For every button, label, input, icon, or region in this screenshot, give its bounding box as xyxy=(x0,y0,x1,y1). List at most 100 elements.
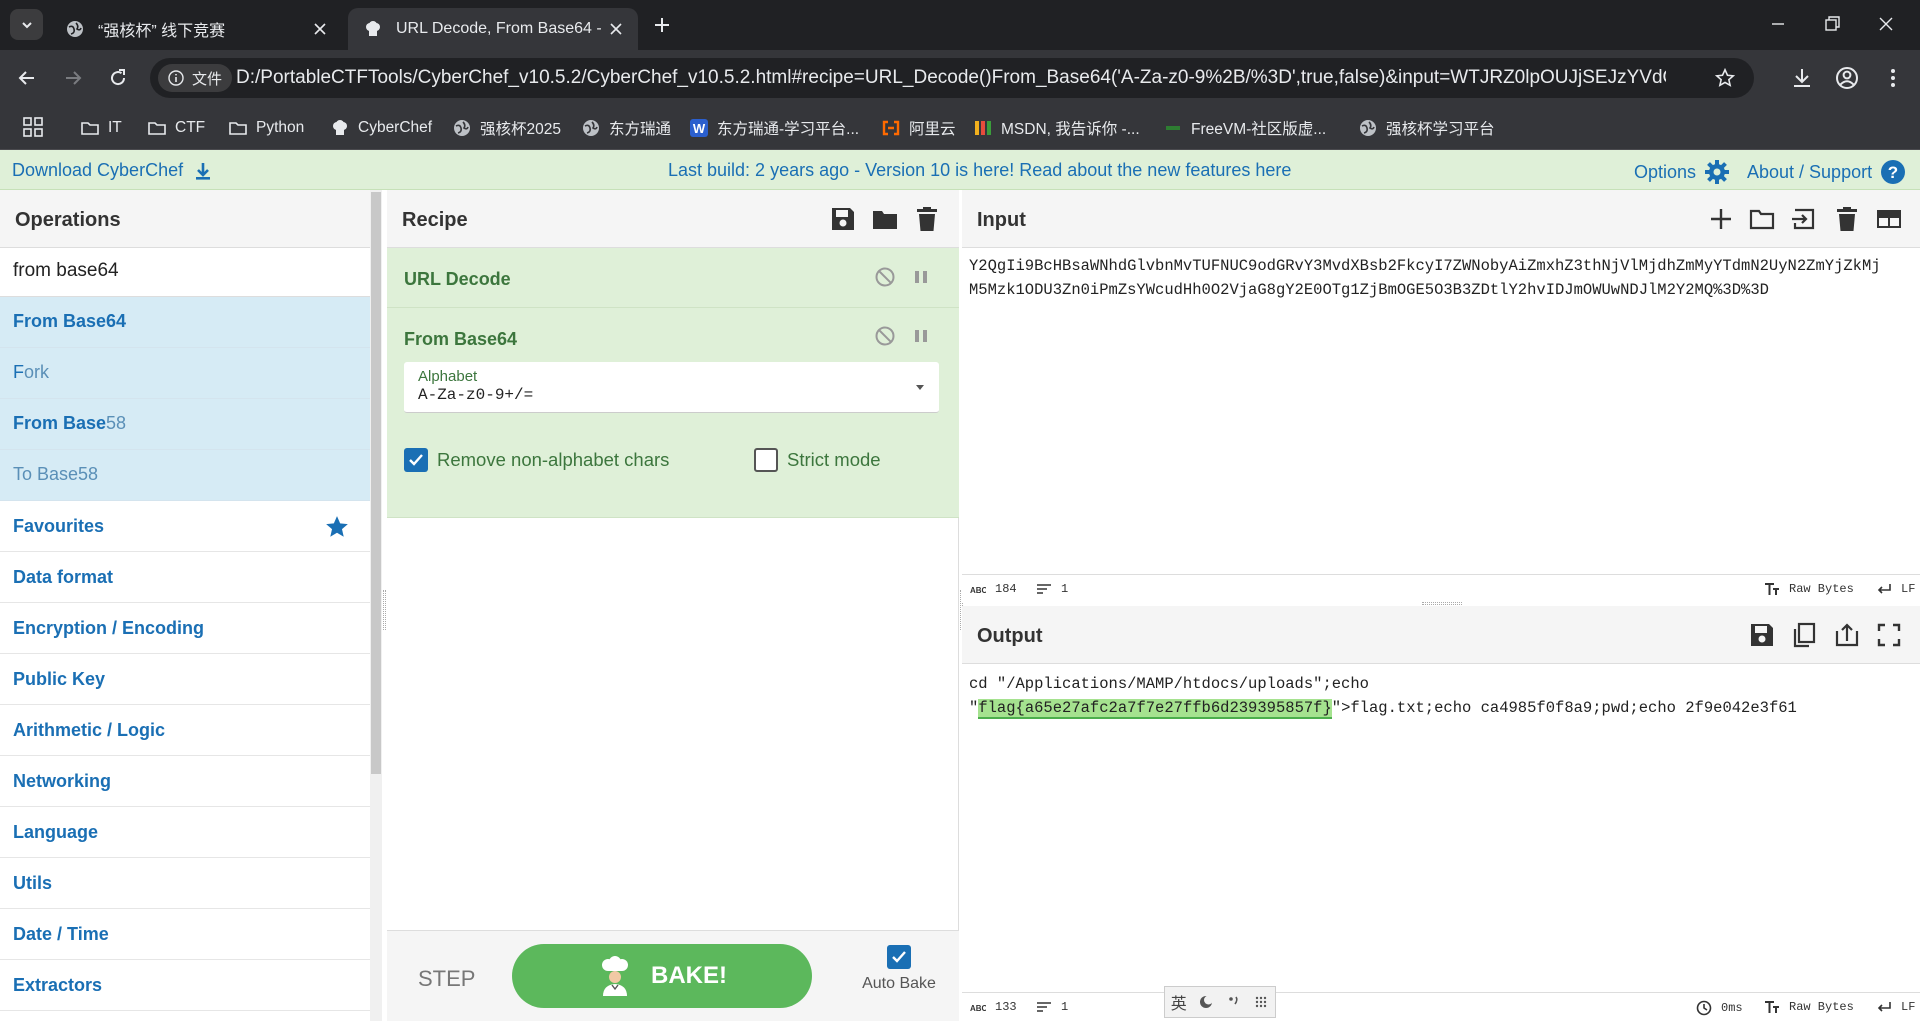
bookmark-qianghebei2025[interactable]: 强核杯2025 xyxy=(452,114,561,142)
chef-hat-icon xyxy=(366,21,380,36)
build-notice-link[interactable]: Last build: 2 years ago - Version 10 is … xyxy=(668,160,1291,181)
bookmark-python[interactable]: Python xyxy=(228,114,304,142)
bookmark-aliyun[interactable]: 阿里云 xyxy=(881,114,956,142)
output-text-line-1[interactable]: cd "/Applications/MAMP/htdocs/uploads";e… xyxy=(969,672,1369,696)
remove-non-alphabet-checkbox[interactable]: Remove non-alphabet chars xyxy=(404,448,669,472)
bookmark-freevm[interactable]: FreeVM-社区版虚... xyxy=(1163,114,1326,142)
alphabet-select[interactable]: Alphabet A-Za-z0-9+/= xyxy=(404,362,939,413)
disable-icon[interactable] xyxy=(874,266,896,288)
moon-icon[interactable] xyxy=(1198,994,1214,1010)
bookmark-dongfangruitong-learning[interactable]: W 东方瑞通-学习平台... xyxy=(689,114,859,142)
w-icon: W xyxy=(690,119,708,137)
checkbox-unchecked-icon xyxy=(754,448,778,472)
output-encoding[interactable]: Raw Bytes xyxy=(1764,1000,1854,1014)
bookmark-it[interactable]: IT xyxy=(80,114,122,142)
input-encoding[interactable]: Raw Bytes xyxy=(1764,582,1854,596)
address-bar[interactable]: 文件 D:/PortableCTFTools/CyberChef_v10.5.2… xyxy=(150,58,1754,98)
menu-icon[interactable] xyxy=(1880,65,1906,91)
output-eol[interactable]: LF xyxy=(1876,1000,1915,1014)
bookmark-star-icon[interactable] xyxy=(1714,67,1736,89)
category-networking[interactable]: Networking xyxy=(0,756,370,807)
input-text-line-1[interactable]: Y2QgIi9BcHBsaWNhdGlvbnMvTUFNUC9odGRvY3Mv… xyxy=(969,254,1881,278)
bookmark-ctf[interactable]: CTF xyxy=(147,114,205,142)
layout-icon[interactable] xyxy=(1875,205,1903,233)
category-language[interactable]: Language xyxy=(0,807,370,858)
tab-search-button[interactable] xyxy=(10,9,43,40)
apps-grid-icon[interactable] xyxy=(22,116,44,138)
input-line-count: 1 xyxy=(1036,582,1068,596)
input-eol[interactable]: LF xyxy=(1876,582,1915,596)
replace-input-icon[interactable] xyxy=(1833,621,1861,649)
site-info-chip[interactable]: 文件 xyxy=(158,64,233,92)
output-text-line-2[interactable]: "flag{a65e27afc2a7f7e27ffb6d239395857f}"… xyxy=(969,696,1797,720)
close-icon[interactable] xyxy=(606,19,626,39)
load-file-icon[interactable] xyxy=(1790,205,1818,233)
step-button[interactable]: STEP xyxy=(418,966,475,992)
category-extractors[interactable]: Extractors xyxy=(0,960,370,1011)
input-title: Input xyxy=(977,209,1026,231)
auto-bake-checkbox[interactable]: Auto Bake xyxy=(849,945,949,993)
forward-icon[interactable] xyxy=(61,66,85,90)
scrollbar-thumb[interactable] xyxy=(371,192,381,774)
io-resize-handle[interactable] xyxy=(1422,602,1462,605)
download-cyberchef-link[interactable]: Download CyberChef xyxy=(12,160,213,181)
category-encryption-encoding[interactable]: Encryption / Encoding xyxy=(0,603,370,654)
op-result-fork[interactable]: Fork xyxy=(0,348,370,399)
open-folder-icon[interactable] xyxy=(1748,205,1776,233)
info-icon xyxy=(168,70,184,86)
profile-icon[interactable] xyxy=(1834,65,1860,91)
close-window-icon[interactable] xyxy=(1874,12,1898,36)
category-data-format[interactable]: Data format xyxy=(0,552,370,603)
disable-icon[interactable] xyxy=(874,325,896,347)
restore-icon[interactable] xyxy=(1820,12,1844,36)
download-icon[interactable] xyxy=(1789,65,1815,91)
pause-icon[interactable] xyxy=(910,266,932,288)
op-result-from-base58[interactable]: From Base58 xyxy=(0,399,370,450)
ime-toolbar[interactable]: 英 xyxy=(1164,986,1276,1018)
input-text-line-2[interactable]: M5Mzk1ODU3Zn0iPmZsYWcudHh0O2VjaG8gY2E0OT… xyxy=(969,278,1769,302)
save-icon[interactable] xyxy=(1748,621,1776,649)
new-tab-icon[interactable] xyxy=(650,13,674,37)
trash-icon[interactable] xyxy=(913,205,941,233)
op-result-to-base58[interactable]: To Base58 xyxy=(0,450,370,501)
category-utils[interactable]: Utils xyxy=(0,858,370,909)
recipe-op-url-decode[interactable]: URL Decode xyxy=(387,248,959,308)
category-favourites[interactable]: Favourites xyxy=(0,501,370,552)
minimize-icon[interactable] xyxy=(1766,12,1790,36)
save-icon[interactable] xyxy=(829,205,857,233)
options-button[interactable]: Options xyxy=(1634,159,1730,185)
chevron-down-icon xyxy=(21,21,32,28)
tab-cyberchef[interactable]: URL Decode, From Base64 - CyberChef xyxy=(348,8,638,50)
ime-language[interactable]: 英 xyxy=(1171,990,1187,1014)
close-icon[interactable] xyxy=(310,19,330,39)
tab-qianghebei[interactable]: “强核杯” 线下竞赛 xyxy=(50,8,342,50)
folder-open-icon[interactable] xyxy=(871,205,899,233)
options-label: Options xyxy=(1634,161,1697,182)
trash-icon[interactable] xyxy=(1833,205,1861,233)
grid-dots-icon[interactable] xyxy=(1253,994,1269,1010)
panel-resize-handle[interactable] xyxy=(383,590,386,630)
operations-scrollbar[interactable] xyxy=(370,190,382,1021)
bookmark-qianghebei-learning[interactable]: 强核杯学习平台 xyxy=(1358,114,1495,142)
category-public-key[interactable]: Public Key xyxy=(0,654,370,705)
strict-mode-checkbox[interactable]: Strict mode xyxy=(754,448,881,472)
maximize-icon[interactable] xyxy=(1875,621,1903,649)
bookmark-cyberchef[interactable]: CyberChef xyxy=(330,114,432,142)
copy-icon[interactable] xyxy=(1790,621,1818,649)
url-text[interactable]: D:/PortableCTFTools/CyberChef_v10.5.2/Cy… xyxy=(236,67,1666,89)
category-date-time[interactable]: Date / Time xyxy=(0,909,370,960)
bake-button[interactable]: BAKE! xyxy=(512,944,812,1008)
pause-icon[interactable] xyxy=(910,325,932,347)
bookmark-msdn[interactable]: MSDN, 我告诉你 -... xyxy=(973,114,1140,142)
recipe-op-from-base64[interactable]: From Base64 Alphabet A-Za-z0-9+/= Remove… xyxy=(387,308,959,518)
add-input-icon[interactable] xyxy=(1707,205,1735,233)
back-icon[interactable] xyxy=(15,66,39,90)
category-arithmetic-logic[interactable]: Arithmetic / Logic xyxy=(0,705,370,756)
checkbox-label: Strict mode xyxy=(787,449,881,470)
about-support-button[interactable]: About / Support ? xyxy=(1747,159,1906,185)
bookmark-dongfangruitong[interactable]: 东方瑞通 xyxy=(581,114,671,142)
operations-search-input[interactable]: from base64 xyxy=(0,248,370,297)
reload-icon[interactable] xyxy=(106,66,130,90)
op-result-from-base64[interactable]: From Base64 xyxy=(0,297,370,348)
punctuation-icon[interactable] xyxy=(1226,994,1242,1010)
